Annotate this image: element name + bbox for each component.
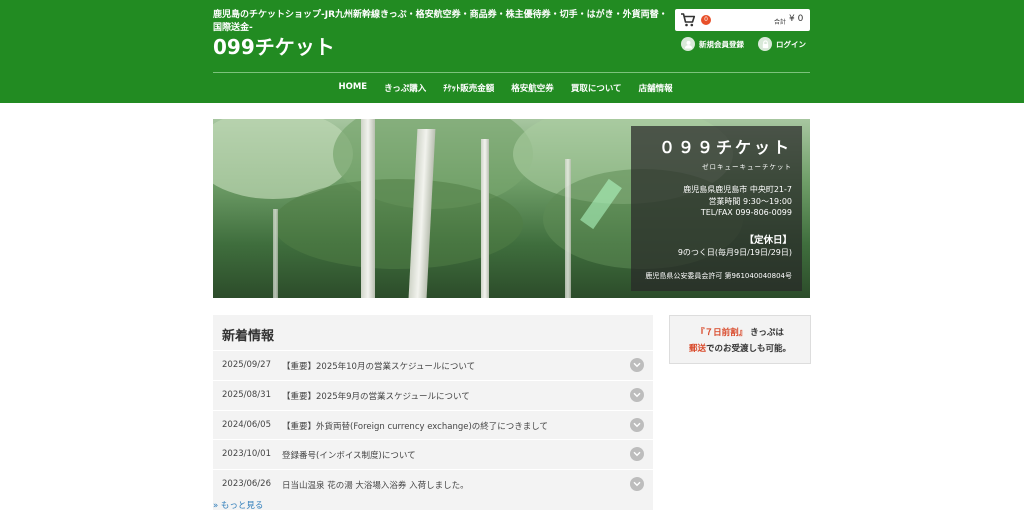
store-hours: 営業時間 9:30～19:00 xyxy=(708,197,792,206)
main-nav: HOME きっぷ購入 ﾁｹｯﾄ販売金額 格安航空券 買取について 店舗情報 xyxy=(330,82,681,94)
store-info-box: ０９９チケット ゼロキューキューチケット 鹿児島県鹿児島市 中央町21-7 営業… xyxy=(631,126,802,291)
birch-trunk xyxy=(565,159,571,298)
birch-trunk xyxy=(361,119,375,298)
nav-item-ticket-prices[interactable]: ﾁｹｯﾄ販売金額 xyxy=(443,82,494,94)
news-title: 新着情報 xyxy=(222,329,275,344)
news-text: 【重要】2025年10月の営業スケジュールについて xyxy=(282,362,476,372)
promo-highlight: 『７日前割』 xyxy=(696,328,748,338)
news-item[interactable]: 2025/08/31 【重要】2025年9月の営業スケジュールについて xyxy=(213,380,653,409)
news-text: 日当山温泉 花の湯 大浴場入浴券 入荷しました。 xyxy=(282,481,469,491)
news-item[interactable]: 2024/06/05 【重要】外貨両替(Foreign currency exc… xyxy=(213,410,653,439)
nav-item-buyback[interactable]: 買取について xyxy=(571,82,622,94)
news-text: 【重要】2025年9月の営業スケジュールについて xyxy=(282,392,470,402)
lock-icon xyxy=(758,37,772,51)
promo-line-1: 『７日前割』 きっぷは xyxy=(670,326,810,338)
news-date: 2025/09/27 xyxy=(222,360,271,370)
holiday-title: 【定休日】 xyxy=(744,235,792,246)
more-news-link[interactable]: » もっと見る xyxy=(213,499,263,511)
promo-highlight: 郵送 xyxy=(688,344,706,354)
site-header: 鹿児島のチケットショップ-JR九州新幹線きっぷ・格安航空券・商品券・株主優待券・… xyxy=(0,0,1024,103)
store-address: 鹿児島県鹿児島市 中央町21-7 xyxy=(683,185,792,194)
cart-count-badge: 0 xyxy=(701,15,711,25)
chevron-down-icon[interactable] xyxy=(630,418,644,432)
chevron-down-icon[interactable] xyxy=(630,358,644,372)
promo-banner[interactable]: 『７日前割』 きっぷは 郵送でのお受渡しも可能。 xyxy=(669,315,811,364)
news-item[interactable]: 2023/06/26 日当山温泉 花の湯 大浴場入浴券 入荷しました。 xyxy=(213,469,653,498)
news-text: 登録番号(インボイス制度)について xyxy=(282,451,416,461)
nav-item-airline-tickets[interactable]: 格安航空券 xyxy=(511,82,554,94)
promo-line-2: 郵送でのお受渡しも可能。 xyxy=(670,342,810,354)
chevron-down-icon[interactable] xyxy=(630,447,644,461)
news-section: 新着情報 2025/09/27 【重要】2025年10月の営業スケジュールについ… xyxy=(213,315,653,510)
store-name-kana: ゼロキューキューチケット xyxy=(702,163,792,171)
cart-total-value: ¥ 0 xyxy=(789,14,804,24)
holiday-text: 9のつく日(毎月9日/19日/29日) xyxy=(677,248,792,257)
news-item[interactable]: 2023/10/01 登録番号(インボイス制度)について xyxy=(213,439,653,468)
site-logo[interactable]: 099チケット xyxy=(213,34,335,60)
cart-widget[interactable]: 0 合計 ¥ 0 xyxy=(675,9,810,31)
nav-item-home[interactable]: HOME xyxy=(339,82,368,94)
license-number: 鹿児島県公安委員会許可 第961040040804号 xyxy=(645,272,792,280)
login-link[interactable]: ログイン xyxy=(758,37,806,51)
news-date: 2024/06/05 xyxy=(222,420,271,430)
register-label: 新規会員登録 xyxy=(699,39,744,49)
register-link[interactable]: 新規会員登録 xyxy=(681,37,744,51)
store-tel: TEL/FAX 099-806-0099 xyxy=(700,208,792,217)
nav-item-ticket-purchase[interactable]: きっぷ購入 xyxy=(384,82,426,94)
user-icon xyxy=(681,37,695,51)
cart-total-label: 合計 xyxy=(774,19,787,26)
birch-trunk xyxy=(481,139,489,298)
promo-text: でのお受渡しも可能。 xyxy=(706,344,792,354)
promo-text: きっぷは xyxy=(750,328,784,338)
site-tagline: 鹿児島のチケットショップ-JR九州新幹線きっぷ・格安航空券・商品券・株主優待券・… xyxy=(213,10,668,33)
chevron-down-icon[interactable] xyxy=(630,477,644,491)
login-label: ログイン xyxy=(776,39,806,49)
news-date: 2023/10/01 xyxy=(222,449,271,459)
news-date: 2025/08/31 xyxy=(222,390,271,400)
news-date: 2023/06/26 xyxy=(222,479,271,489)
store-name: ０９９チケット xyxy=(658,138,792,157)
nav-item-store-info[interactable]: 店舗情報 xyxy=(639,82,673,94)
news-item[interactable]: 2025/09/27 【重要】2025年10月の営業スケジュールについて xyxy=(213,350,653,379)
chevron-down-icon[interactable] xyxy=(630,388,644,402)
news-text: 【重要】外貨両替(Foreign currency exchange)の終了につ… xyxy=(282,422,549,432)
nav-divider xyxy=(213,72,810,73)
birch-trunk xyxy=(273,209,278,298)
cart-icon xyxy=(681,13,696,27)
